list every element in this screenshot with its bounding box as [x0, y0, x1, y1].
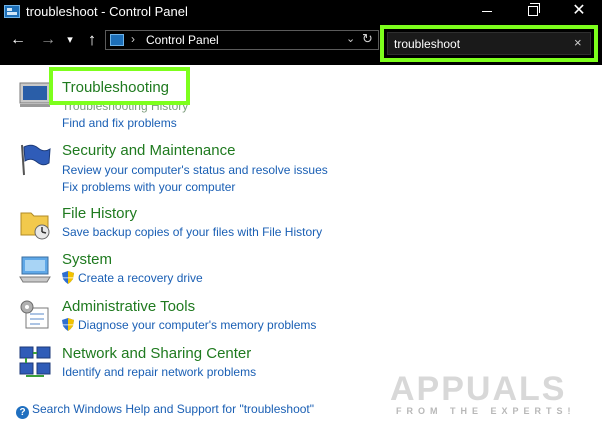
maximize-icon [528, 2, 540, 16]
result-link[interactable]: Save backup copies of your files with Fi… [62, 225, 322, 239]
close-icon: ✕ [572, 2, 586, 19]
clear-search-icon[interactable]: × [574, 35, 582, 50]
windows-help-link[interactable]: ? Search Windows Help and Support for "tr… [16, 402, 314, 419]
navigation-bar: ← → ▾ ↑ › Control Panel ⌄ ↻ × [0, 24, 602, 65]
maximize-button[interactable] [510, 0, 556, 24]
troubleshooting-icon [19, 82, 51, 107]
search-box[interactable]: × [387, 32, 591, 55]
result-link-text: Create a recovery drive [78, 271, 203, 285]
result-title[interactable]: Security and Maintenance [62, 142, 235, 159]
result-link[interactable]: Identify and repair network problems [62, 365, 256, 379]
uac-shield-icon [62, 318, 74, 331]
uac-shield-icon [62, 271, 74, 284]
back-button[interactable]: ← [8, 30, 28, 50]
result-title[interactable]: System [62, 251, 112, 268]
system-icon [19, 256, 51, 283]
result-link[interactable]: Diagnose your computer's memory problems [62, 318, 316, 332]
address-bar[interactable]: › Control Panel ⌄ ↻ [105, 30, 379, 50]
troubleshooting-highlight [49, 67, 190, 105]
control-panel-icon [4, 5, 20, 18]
minimize-icon [482, 10, 492, 12]
search-results: Troubleshooting Troubleshooting History … [0, 65, 602, 425]
refresh-icon[interactable]: ↻ [362, 31, 373, 47]
chevron-down-icon: ▾ [67, 34, 73, 46]
result-link[interactable]: Review your computer's status and resolv… [62, 163, 328, 177]
file-history-icon [20, 212, 50, 240]
close-button[interactable]: ✕ [556, 0, 602, 24]
result-title[interactable]: Administrative Tools [62, 298, 195, 315]
result-link-text: Diagnose your computer's memory problems [78, 318, 317, 332]
result-admin-tools: Administrative Tools Diagnose your compu… [0, 296, 600, 338]
arrow-left-icon: ← [10, 31, 26, 48]
watermark-logo: APPUALS FROM THE EXPERTS! [390, 370, 590, 418]
security-flag-icon [21, 144, 51, 176]
title-bar: troubleshoot - Control Panel ✕ [0, 0, 602, 24]
result-security-maintenance: Security and Maintenance Review your com… [0, 139, 600, 195]
search-input[interactable] [388, 33, 568, 54]
window-title: troubleshoot - Control Panel [26, 4, 188, 19]
help-link-text: Search Windows Help and Support for "tro… [32, 402, 315, 416]
minimize-button[interactable] [464, 0, 510, 24]
result-system: System Create a recovery drive [0, 249, 600, 291]
result-title[interactable]: Network and Sharing Center [62, 345, 251, 362]
up-button[interactable]: ↑ [82, 30, 102, 50]
forward-button[interactable]: → [38, 30, 58, 50]
watermark-main: APPUALS [390, 370, 567, 408]
network-icon [19, 346, 51, 377]
recent-locations-button[interactable]: ▾ [63, 30, 77, 50]
control-panel-icon [110, 34, 124, 46]
result-link[interactable]: Create a recovery drive [62, 271, 203, 285]
search-highlight: × [380, 25, 598, 62]
arrow-up-icon: ↑ [87, 30, 97, 49]
result-title[interactable]: File History [62, 205, 137, 222]
admin-tools-icon [20, 300, 49, 329]
help-icon: ? [16, 406, 29, 419]
arrow-right-icon: → [40, 31, 56, 48]
breadcrumb-separator-icon: › [131, 32, 135, 46]
address-dropdown-icon[interactable]: ⌄ [346, 32, 355, 45]
result-link[interactable]: Find and fix problems [62, 116, 177, 130]
breadcrumb-control-panel[interactable]: Control Panel [146, 33, 219, 47]
result-file-history: File History Save backup copies of your … [0, 203, 600, 245]
result-link[interactable]: Fix problems with your computer [62, 180, 235, 194]
watermark-sub: FROM THE EXPERTS! [396, 406, 576, 416]
